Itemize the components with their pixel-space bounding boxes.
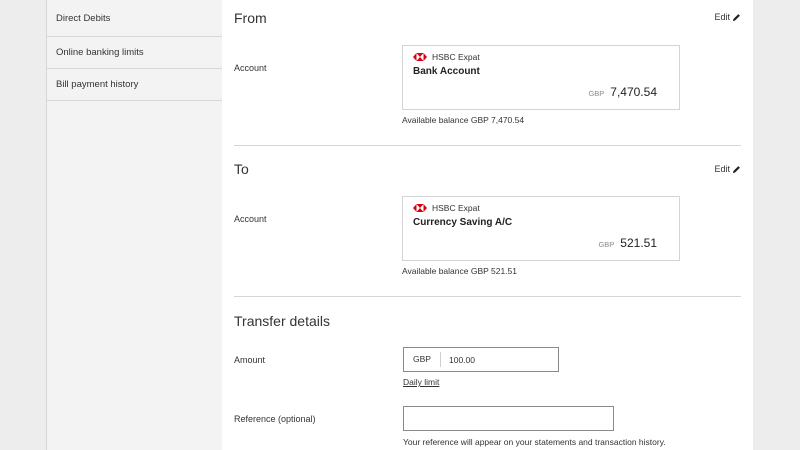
bank-name: HSBC Expat [432,52,480,62]
from-account-label: Account [234,63,267,73]
to-account-label: Account [234,214,267,224]
amount-label: Amount [234,355,266,365]
balance-amount: 7,470.54 [610,85,657,99]
sidebar-nav: Direct Debits Online banking limits Bill… [46,0,223,450]
balance-row: GBP 7,470.54 [588,85,657,99]
bank-name: HSBC Expat [432,203,480,213]
from-edit-link[interactable]: Edit [714,12,741,22]
divider [234,145,741,146]
hsbc-logo-icon [413,53,427,61]
sidebar-item-bill-payment-history[interactable]: Bill payment history [47,69,222,101]
from-section-title: From [234,10,267,26]
balance-amount: 521.51 [620,236,657,250]
from-available-balance: Available balance GBP 7,470.54 [402,115,525,125]
amount-field: GBP [403,347,559,372]
to-available-balance: Available balance GBP 521.51 [402,266,517,276]
hsbc-logo-icon [413,204,427,212]
balance-row: GBP 521.51 [598,236,657,250]
account-name: Bank Account [413,66,480,77]
account-name: Currency Saving A/C [413,217,513,228]
sidebar-item-direct-debits[interactable]: Direct Debits [47,0,222,37]
reference-label: Reference (optional) [234,414,316,424]
bank-row: HSBC Expat [413,52,480,62]
balance-currency: GBP [598,240,615,249]
to-account-card[interactable]: HSBC Expat Currency Saving A/C GBP 521.5… [402,196,680,261]
divider [234,296,741,297]
from-account-card[interactable]: HSBC Expat Bank Account GBP 7,470.54 [402,45,680,110]
reference-note: Your reference will appear on your state… [403,437,666,447]
to-edit-link[interactable]: Edit [714,164,741,174]
balance-currency: GBP [588,89,605,98]
transfer-form: From Edit Account HSBC Expat Bank Accoun… [222,0,753,450]
sidebar-item-online-banking-limits[interactable]: Online banking limits [47,37,222,69]
reference-input[interactable] [403,406,614,431]
pencil-icon [732,13,740,21]
edit-label: Edit [714,164,730,174]
amount-currency: GBP [404,352,441,367]
bank-row: HSBC Expat [413,203,480,213]
to-section-title: To [234,161,249,177]
daily-limit-link[interactable]: Daily limit [403,377,439,387]
amount-input[interactable] [441,353,551,366]
pencil-icon [732,165,740,173]
edit-label: Edit [714,12,730,22]
transfer-details-title: Transfer details [234,313,330,329]
